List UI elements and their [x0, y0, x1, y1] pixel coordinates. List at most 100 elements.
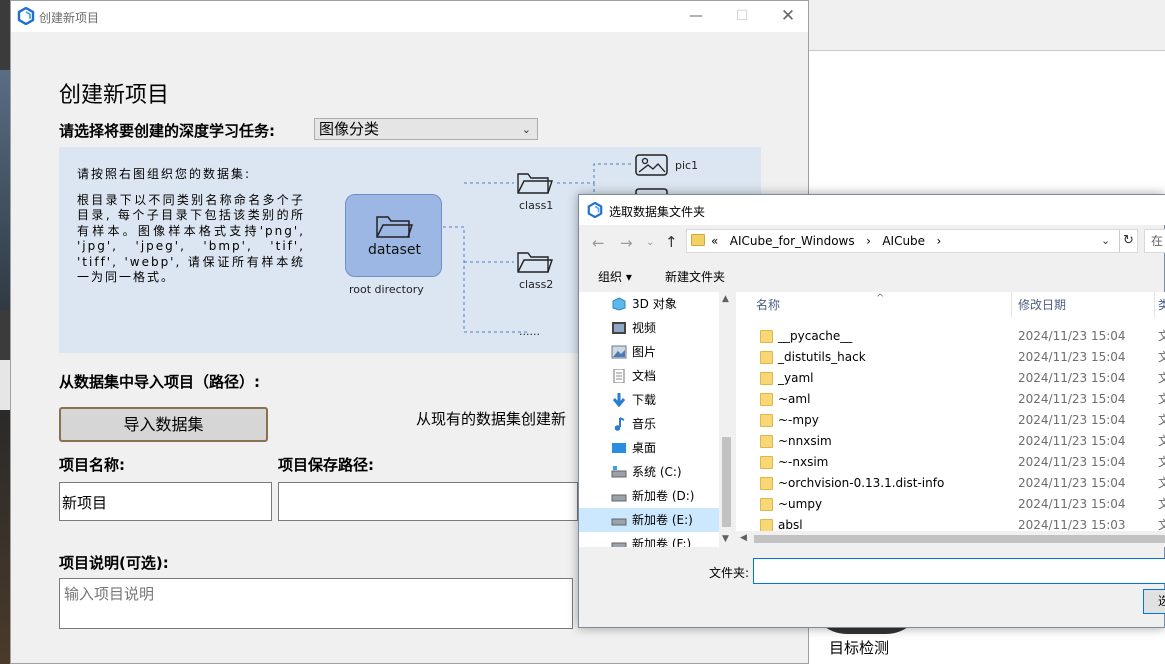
scroll-up-icon[interactable]: ▲: [722, 294, 729, 304]
file-date: 2024/11/23 15:04: [1018, 371, 1126, 385]
file-name: _distutils_hack: [778, 350, 866, 364]
app-logo-icon: [17, 7, 35, 25]
file-date: 2024/11/23 15:04: [1018, 455, 1126, 469]
column-header-name[interactable]: 名称: [756, 292, 780, 318]
diagram-connector: [557, 163, 631, 184]
file-row[interactable]: _distutils_hack 2024/11/23 15:04 文: [736, 347, 1165, 368]
breadcrumb-separator[interactable]: ›: [937, 234, 942, 248]
search-input[interactable]: 在: [1144, 229, 1165, 253]
scroll-down-icon[interactable]: ▼: [722, 534, 729, 544]
folder-icon: [760, 330, 773, 343]
nav-item-label: 新加卷 (F:): [632, 537, 692, 547]
music-icon: [614, 417, 625, 431]
diagram-connector: [443, 226, 529, 333]
scrollbar-thumb[interactable]: [722, 437, 731, 527]
file-row[interactable]: ~aml 2024/11/23 15:04 文: [736, 389, 1165, 410]
project-name-input[interactable]: 新项目: [59, 482, 272, 521]
organize-menu-button[interactable]: 组织 ▾: [598, 268, 632, 285]
file-row[interactable]: ~-nxsim 2024/11/23 15:04 文: [736, 452, 1165, 473]
task-select[interactable]: 图像分类 ⌄: [314, 118, 538, 140]
pic1-label: pic1: [675, 159, 699, 172]
file-row[interactable]: _yaml 2024/11/23 15:04 文: [736, 368, 1165, 389]
file-name: ~-mpy: [778, 413, 819, 427]
file-type: 文: [1158, 371, 1165, 385]
navigation-pane: 3D 对象 视频 图片 文档 下载 音乐 桌面 系统 (C:) 新加卷 (D:)…: [579, 292, 734, 547]
sort-up-icon: ^: [876, 293, 885, 304]
nav-item-label: 视频: [632, 321, 657, 335]
project-description-input[interactable]: 输入项目说明: [59, 578, 573, 629]
nav-item-drive-f[interactable]: 新加卷 (F:): [579, 532, 719, 547]
close-button[interactable]: ✕: [765, 1, 811, 32]
file-row[interactable]: ~-mpy 2024/11/23 15:04 文: [736, 410, 1165, 431]
project-path-label: 项目保存路径:: [278, 456, 374, 474]
breadcrumb-separator[interactable]: ›: [866, 234, 871, 248]
nav-item-label: 桌面: [632, 441, 657, 455]
address-bar[interactable]: « AICube_for_Windows › AICube › ⌄ ↻: [686, 229, 1138, 253]
file-type: 文: [1158, 413, 1165, 427]
refresh-icon[interactable]: ↻: [1119, 230, 1137, 252]
back-arrow-icon[interactable]: ←: [592, 234, 605, 252]
breadcrumb-overflow[interactable]: «: [711, 234, 718, 248]
window-title: 创建新项目: [39, 11, 100, 25]
file-row[interactable]: __pycache__ 2024/11/23 15:04 文: [736, 326, 1165, 347]
breadcrumb-item-aicube[interactable]: AICube: [882, 234, 925, 248]
nav-item-pictures[interactable]: 图片: [579, 340, 719, 364]
scrollbar-thumb[interactable]: [754, 535, 1165, 543]
import-dataset-button[interactable]: 导入数据集: [59, 407, 268, 442]
new-folder-button[interactable]: 新建文件夹: [665, 268, 725, 285]
dialog-title: 选取数据集文件夹: [609, 205, 706, 219]
column-separator[interactable]: [1011, 292, 1012, 318]
folder-input[interactable]: [753, 558, 1165, 584]
nav-item-downloads[interactable]: 下载: [579, 388, 719, 412]
project-path-input[interactable]: [278, 482, 578, 521]
nav-item-documents[interactable]: 文档: [579, 364, 719, 388]
file-list: 名称 ^ 修改日期 类 __pycache__ 2024/11/23 15:04 文…: [736, 292, 1165, 547]
column-header-type[interactable]: 类: [1158, 292, 1165, 318]
recent-locations-chevron-icon[interactable]: ⌄: [646, 237, 654, 248]
background-topbar: [809, 0, 1165, 51]
nav-item-label: 新加卷 (E:): [632, 513, 693, 527]
folder-icon: [760, 351, 773, 364]
up-arrow-icon[interactable]: ↑: [665, 233, 678, 251]
nav-item-drive-e[interactable]: 新加卷 (E:): [579, 508, 719, 532]
breadcrumb-item-aicube-for-windows[interactable]: AICube_for_Windows: [730, 234, 855, 248]
file-name: ~orchvision-0.13.1.dist-info: [778, 476, 945, 490]
nav-item-music[interactable]: 音乐: [579, 412, 719, 436]
address-dropdown-icon[interactable]: ⌄: [1101, 230, 1110, 252]
nav-item-video[interactable]: 视频: [579, 316, 719, 340]
main-titlebar: 创建新项目 — ☐ ✕: [11, 1, 808, 32]
select-folder-dialog: 选取数据集文件夹 ← → ⌄ ↑ « AICube_for_Windows › …: [578, 194, 1165, 628]
nav-item-3d-objects[interactable]: 3D 对象: [579, 292, 719, 316]
file-row[interactable]: ~umpy 2024/11/23 15:04 文: [736, 494, 1165, 515]
folder-icon: [760, 456, 773, 469]
folder-field-label: 文件夹:: [709, 566, 750, 580]
file-row[interactable]: ~nnxsim 2024/11/23 15:04 文: [736, 431, 1165, 452]
nav-item-label: 新加卷 (D:): [632, 489, 695, 503]
file-list-horizontal-scrollbar[interactable]: ◀: [736, 531, 1165, 547]
background-app-left: [0, 0, 10, 664]
maximize-button[interactable]: ☐: [719, 1, 765, 32]
column-separator[interactable]: [1154, 292, 1155, 318]
folder-icon: [517, 173, 553, 194]
file-name: ~umpy: [778, 497, 823, 511]
minimize-button[interactable]: —: [673, 1, 719, 32]
3d-objects-icon: [612, 297, 626, 311]
nav-item-desktop[interactable]: 桌面: [579, 436, 719, 460]
nav-pane-scrollbar[interactable]: ▲ ▼: [719, 292, 734, 547]
file-type: 文: [1158, 476, 1165, 490]
file-date: 2024/11/23 15:04: [1018, 476, 1126, 490]
forward-arrow-icon[interactable]: →: [620, 234, 633, 252]
nav-item-drive-d[interactable]: 新加卷 (D:): [579, 484, 719, 508]
task-label: 请选择将要创建的深度学习任务:: [59, 122, 276, 140]
drive-icon: [611, 466, 627, 478]
more-classes-label: ......: [519, 325, 540, 338]
background-strip: [0, 360, 10, 410]
video-icon: [612, 322, 626, 334]
background-label[interactable]: 目标检测: [829, 637, 889, 658]
scroll-left-icon[interactable]: ◀: [740, 533, 747, 543]
select-folder-button[interactable]: 选: [1143, 589, 1165, 614]
file-row[interactable]: ~orchvision-0.13.1.dist-info 2024/11/23 1…: [736, 473, 1165, 494]
nav-item-drive-c[interactable]: 系统 (C:): [579, 460, 719, 484]
column-header-date[interactable]: 修改日期: [1018, 292, 1066, 318]
page-title: 创建新项目: [59, 83, 170, 108]
